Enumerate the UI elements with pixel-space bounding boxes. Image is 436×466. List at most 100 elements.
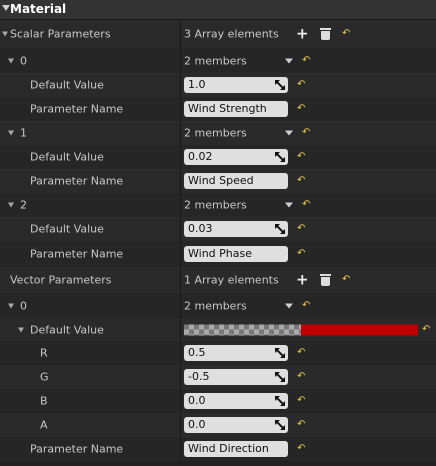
add-element-icon[interactable]: + <box>296 272 309 288</box>
drag-resize-icon[interactable] <box>275 372 285 382</box>
reset-arrow-icon[interactable]: ↶ <box>297 80 305 90</box>
column-divider[interactable] <box>180 145 181 169</box>
component-value-text: 0.5 <box>188 346 206 359</box>
drag-resize-icon[interactable] <box>275 152 285 162</box>
default-value-row: Default Value 0.02 ↶ <box>0 145 436 169</box>
column-divider[interactable] <box>180 217 181 241</box>
reset-arrow-icon[interactable]: ↶ <box>297 152 305 162</box>
column-divider[interactable] <box>180 318 181 341</box>
collapse-arrow-icon[interactable] <box>2 5 10 11</box>
parameter-name-input[interactable]: Wind Direction <box>184 441 288 457</box>
column-divider[interactable] <box>180 413 181 437</box>
reset-arrow-icon[interactable]: ↶ <box>297 372 305 382</box>
reset-arrow-icon[interactable]: ↶ <box>297 444 305 454</box>
component-value-text: 0.0 <box>188 418 206 431</box>
dropdown-arrow-icon[interactable] <box>285 58 293 63</box>
delete-all-icon[interactable] <box>320 274 331 286</box>
column-divider[interactable] <box>180 267 181 293</box>
dropdown-arrow-icon[interactable] <box>285 202 293 208</box>
column-divider[interactable] <box>180 193 181 217</box>
expand-arrow-icon[interactable] <box>8 303 14 308</box>
reset-arrow-icon[interactable]: ↶ <box>297 420 305 430</box>
reset-arrow-icon[interactable]: ↶ <box>342 275 350 285</box>
drag-resize-icon[interactable] <box>275 80 285 90</box>
reset-arrow-icon[interactable]: ↶ <box>297 396 305 406</box>
expand-arrow-icon[interactable] <box>8 130 14 136</box>
drag-resize-icon[interactable] <box>275 224 285 234</box>
default-value-input[interactable]: 0.03 <box>184 221 288 237</box>
add-element-icon[interactable]: + <box>296 26 309 42</box>
parameter-name-input[interactable]: Wind Speed <box>184 173 288 189</box>
component-label: B <box>40 394 48 408</box>
dropdown-arrow-icon[interactable] <box>285 303 293 308</box>
dropdown-arrow-icon[interactable] <box>285 130 293 136</box>
default-value-input[interactable]: 0.02 <box>184 149 288 165</box>
default-value-input[interactable]: 1.0 <box>184 77 288 93</box>
component-value-text: 0.0 <box>188 394 206 407</box>
vector-parameters-label: Vector Parameters <box>10 273 112 287</box>
reset-arrow-icon[interactable]: ↶ <box>302 300 310 311</box>
default-value-row: Default Value 1.0 ↶ <box>0 73 436 97</box>
drag-resize-icon[interactable] <box>275 396 285 406</box>
element-index: 0 <box>20 299 27 312</box>
reset-arrow-icon[interactable]: ↶ <box>297 249 305 259</box>
column-divider[interactable] <box>180 48 181 73</box>
expand-arrow-icon[interactable] <box>8 202 14 208</box>
color-preview <box>301 324 418 335</box>
column-divider[interactable] <box>180 437 181 461</box>
reset-arrow-icon[interactable]: ↶ <box>297 224 305 234</box>
expand-arrow-icon[interactable] <box>18 327 24 332</box>
parameter-name-input[interactable]: Wind Strength <box>184 101 288 117</box>
column-divider[interactable] <box>180 169 181 193</box>
reset-arrow-icon[interactable]: ↶ <box>302 55 310 66</box>
column-divider[interactable] <box>180 293 181 318</box>
column-divider[interactable] <box>180 20 181 48</box>
column-divider[interactable] <box>180 97 181 121</box>
scalar-element-row: 1 2 members ↶ <box>0 121 436 145</box>
column-divider[interactable] <box>180 121 181 145</box>
column-divider[interactable] <box>180 389 181 413</box>
color-swatch[interactable] <box>184 324 418 335</box>
component-a-input[interactable]: 0.0 <box>184 417 288 433</box>
members-dropdown[interactable]: 2 members <box>184 127 247 140</box>
members-dropdown[interactable]: 2 members <box>184 299 247 312</box>
members-dropdown[interactable]: 2 members <box>184 199 247 212</box>
reset-arrow-icon[interactable]: ↶ <box>302 200 310 210</box>
expand-arrow-icon[interactable] <box>8 58 14 63</box>
reset-arrow-icon[interactable]: ↶ <box>422 324 430 335</box>
default-value-row: Default Value 0.03 ↶ <box>0 217 436 241</box>
reset-arrow-icon[interactable]: ↶ <box>342 29 350 39</box>
parameter-name-row: Parameter Name Wind Direction ↶ <box>0 437 436 461</box>
drag-resize-icon[interactable] <box>275 348 285 358</box>
column-divider[interactable] <box>180 341 181 365</box>
material-section-header[interactable]: Material <box>0 0 436 20</box>
delete-all-icon[interactable] <box>320 28 331 40</box>
column-divider[interactable] <box>180 365 181 389</box>
reset-arrow-icon[interactable]: ↶ <box>297 104 305 114</box>
parameter-name-text: Wind Direction <box>188 442 269 455</box>
reset-arrow-icon[interactable]: ↶ <box>302 128 310 138</box>
component-r-input[interactable]: 0.5 <box>184 345 288 361</box>
reset-arrow-icon[interactable]: ↶ <box>297 176 305 186</box>
default-value-text: 1.0 <box>188 78 206 91</box>
reset-arrow-icon[interactable]: ↶ <box>297 348 305 358</box>
parameter-name-input[interactable]: Wind Phase <box>184 246 288 262</box>
parameter-name-row: Parameter Name Wind Speed ↶ <box>0 169 436 193</box>
column-divider[interactable] <box>180 241 181 267</box>
members-dropdown[interactable]: 2 members <box>184 54 247 67</box>
parameter-name-label: Parameter Name <box>30 247 124 261</box>
component-g-input[interactable]: -0.5 <box>184 369 288 385</box>
default-value-row: Default Value ↶ <box>0 318 436 341</box>
component-b-input[interactable]: 0.0 <box>184 393 288 409</box>
element-index: 1 <box>20 126 27 140</box>
parameter-name-text: Wind Strength <box>188 102 267 115</box>
component-row-a: A 0.0 ↶ <box>0 413 436 437</box>
default-value-label: Default Value <box>30 78 104 92</box>
scalar-element-row: 2 2 members ↶ <box>0 193 436 217</box>
vector-parameters-row: Vector Parameters 1 Array elements + ↶ <box>0 267 436 293</box>
expand-arrow-icon[interactable] <box>2 31 8 37</box>
column-divider[interactable] <box>180 73 181 97</box>
component-row-r: R 0.5 ↶ <box>0 341 436 365</box>
parameter-name-row: Parameter Name Wind Phase ↶ <box>0 241 436 267</box>
drag-resize-icon[interactable] <box>275 420 285 430</box>
